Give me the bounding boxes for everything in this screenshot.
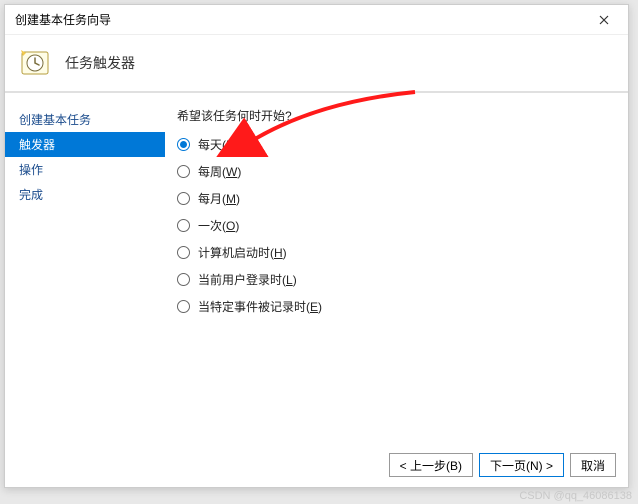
radio-option-3[interactable]: 一次(O) [177,217,612,234]
radio-label: 当特定事件被记录时(E) [198,298,322,315]
radio-label: 每月(M) [198,190,240,207]
radio-dot-icon [177,300,190,313]
radio-label: 计算机启动时(H) [198,244,287,261]
wizard-footer: < 上一步(B) 下一页(N) > 取消 [389,453,616,477]
back-button[interactable]: < 上一步(B) [389,453,473,477]
watermark: CSDN @qq_46086138 [519,490,632,502]
window-title: 创建基本任务向导 [15,11,111,28]
sidebar-item-trigger[interactable]: 触发器 [5,132,165,157]
next-button[interactable]: 下一页(N) > [479,453,564,477]
radio-option-4[interactable]: 计算机启动时(H) [177,244,612,261]
radio-label: 每周(W) [198,163,241,180]
sidebar-item-finish[interactable]: 完成 [5,182,165,207]
sidebar-item-create[interactable]: 创建基本任务 [5,107,165,132]
sidebar-item-action[interactable]: 操作 [5,157,165,182]
cancel-button[interactable]: 取消 [570,453,616,477]
wizard-dialog: 创建基本任务向导 任务触发器 创建基本任务 触发器 操作 完成 希望该任务何时开… [4,4,629,488]
radio-option-2[interactable]: 每月(M) [177,190,612,207]
radio-option-5[interactable]: 当前用户登录时(L) [177,271,612,288]
radio-option-6[interactable]: 当特定事件被记录时(E) [177,298,612,315]
wizard-main: 希望该任务何时开始? 每天(D) 每周(W) 每月(M) 一次(O) 计算机启动时(H)… [165,93,628,441]
wizard-body: 创建基本任务 触发器 操作 完成 希望该任务何时开始? 每天(D) 每周(W) 每月… [5,93,628,441]
prompt-text: 希望该任务何时开始? [177,107,612,124]
radio-option-1[interactable]: 每周(W) [177,163,612,180]
wizard-sidebar: 创建基本任务 触发器 操作 完成 [5,93,165,441]
close-button[interactable] [584,6,624,34]
close-icon [599,15,609,25]
radio-dot-icon [177,192,190,205]
radio-label: 当前用户登录时(L) [198,271,297,288]
radio-dot-icon [177,219,190,232]
radio-dot-icon [177,138,190,151]
radio-dot-icon [177,273,190,286]
radio-label: 每天(D) [198,136,239,153]
radio-dot-icon [177,246,190,259]
radio-label: 一次(O) [198,217,239,234]
radio-group: 每天(D) 每周(W) 每月(M) 一次(O) 计算机启动时(H) 当前用户登录时(L) 当… [177,136,612,315]
titlebar: 创建基本任务向导 [5,5,628,35]
radio-dot-icon [177,165,190,178]
clock-task-icon [19,47,51,79]
header-title: 任务触发器 [65,53,135,73]
wizard-header: 任务触发器 [5,35,628,93]
radio-option-0[interactable]: 每天(D) [177,136,612,153]
